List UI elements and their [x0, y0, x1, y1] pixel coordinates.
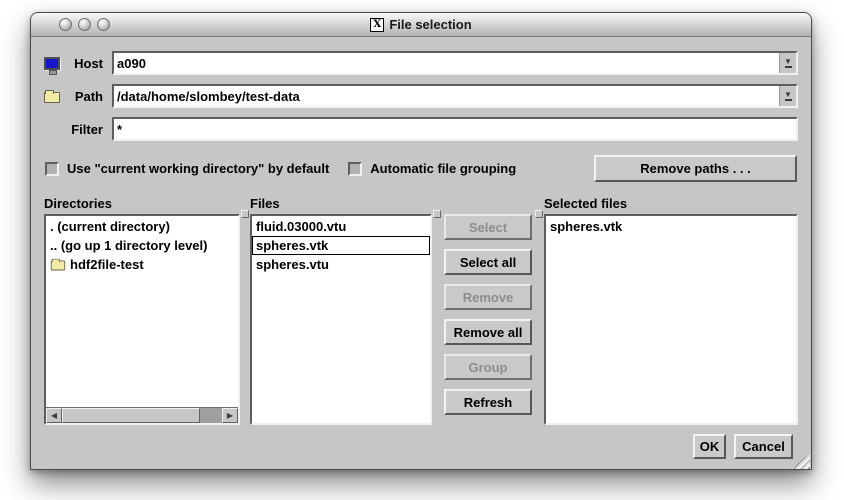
remove-all-button[interactable]: Remove all: [444, 319, 532, 345]
options-row: Use "current working directory" by defau…: [45, 155, 797, 182]
folder-icon: [44, 92, 60, 103]
scrollbar-track: [200, 408, 222, 423]
splitter-knob[interactable]: [241, 210, 249, 218]
splitter-knob[interactable]: [535, 210, 543, 218]
footer: OK Cancel: [44, 434, 798, 459]
path-input[interactable]: [114, 86, 779, 106]
directories-label: Directories: [44, 196, 240, 213]
directory-item[interactable]: .. (go up 1 directory level): [46, 236, 238, 255]
chevron-down-icon: ▼: [784, 91, 792, 98]
window-title: File selection: [389, 17, 471, 32]
cwd-checkbox-label: Use "current working directory" by defau…: [67, 161, 329, 176]
select-button[interactable]: Select: [444, 214, 532, 240]
x11-logo-icon: X: [370, 18, 384, 32]
remove-paths-button[interactable]: Remove paths . . .: [594, 155, 797, 182]
file-selection-dialog: X File selection Host ▼ Path ▼: [30, 12, 812, 470]
host-label: Host: [66, 56, 112, 71]
scroll-right-button[interactable]: ▶: [222, 408, 238, 423]
files-list: fluid.03000.vtu spheres.vtk spheres.vtu: [250, 214, 432, 425]
dialog-content: Host ▼ Path ▼ Filt: [31, 37, 811, 470]
splitter-handle[interactable]: [534, 196, 544, 425]
splitter-handle[interactable]: [432, 196, 442, 425]
path-label: Path: [66, 89, 112, 104]
title-area: X File selection: [31, 13, 811, 36]
file-item[interactable]: spheres.vtu: [252, 255, 430, 274]
scrollbar-thumb[interactable]: [62, 408, 200, 423]
actions-pane: Select Select all Remove Remove all Grou…: [442, 196, 534, 425]
group-button[interactable]: Group: [444, 354, 532, 380]
path-field: ▼: [112, 84, 798, 108]
title-bar: X File selection: [31, 13, 811, 37]
monitor-icon: [44, 57, 60, 70]
file-item-selected[interactable]: spheres.vtk: [252, 236, 430, 255]
files-pane: Files fluid.03000.vtu spheres.vtk sphere…: [250, 196, 432, 425]
scroll-left-button[interactable]: ◀: [46, 408, 62, 423]
path-row: Path ▼: [44, 84, 798, 108]
host-field: ▼: [112, 51, 798, 75]
panes: Directories . (current directory) .. (go…: [44, 196, 798, 425]
cwd-checkbox[interactable]: [45, 162, 59, 176]
host-row: Host ▼: [44, 51, 798, 75]
splitter-handle[interactable]: [240, 196, 250, 425]
host-input[interactable]: [114, 53, 779, 73]
filter-field: [112, 117, 798, 141]
filter-input[interactable]: [114, 119, 796, 139]
file-item[interactable]: fluid.03000.vtu: [252, 217, 430, 236]
host-dropdown-button[interactable]: ▼: [779, 53, 796, 73]
filter-row: Filter: [44, 117, 798, 141]
chevron-down-icon: ▼: [784, 58, 792, 65]
selected-file-item[interactable]: spheres.vtk: [546, 217, 796, 236]
selected-files-label: Selected files: [544, 196, 798, 213]
select-all-button[interactable]: Select all: [444, 249, 532, 275]
selected-files-pane: Selected files spheres.vtk: [544, 196, 798, 425]
selected-files-list: spheres.vtk: [544, 214, 798, 425]
directory-item[interactable]: . (current directory): [46, 217, 238, 236]
ok-button[interactable]: OK: [693, 434, 726, 459]
file-grouping-label: Automatic file grouping: [370, 161, 516, 176]
path-dropdown-button[interactable]: ▼: [779, 86, 796, 106]
directories-list: . (current directory) .. (go up 1 direct…: [44, 214, 240, 425]
folder-icon: [51, 261, 65, 271]
file-grouping-checkbox[interactable]: [348, 162, 362, 176]
filter-label: Filter: [66, 122, 112, 137]
files-label: Files: [250, 196, 432, 213]
directories-hscrollbar: ◀ ▶: [46, 407, 238, 423]
refresh-button[interactable]: Refresh: [444, 389, 532, 415]
splitter-knob[interactable]: [433, 210, 441, 218]
cancel-button[interactable]: Cancel: [734, 434, 793, 459]
remove-button[interactable]: Remove: [444, 284, 532, 310]
directory-item[interactable]: hdf2file-test: [46, 255, 238, 274]
directories-pane: Directories . (current directory) .. (go…: [44, 196, 240, 425]
